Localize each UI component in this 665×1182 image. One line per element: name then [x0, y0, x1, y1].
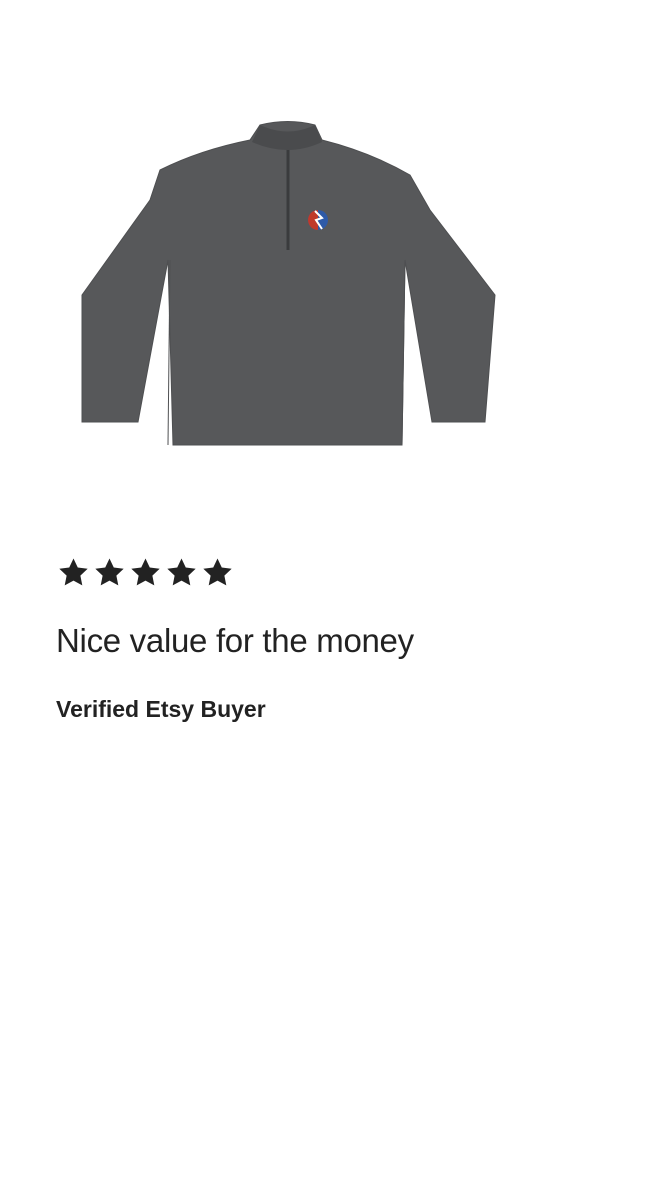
logo-icon — [308, 210, 328, 230]
star-icon — [203, 558, 232, 586]
product-image — [60, 100, 520, 470]
star-icon — [95, 558, 124, 586]
star-rating — [57, 556, 234, 589]
star-icon — [167, 558, 196, 586]
reviewer-name: Verified Etsy Buyer — [56, 696, 266, 722]
review-title: Nice value for the money — [56, 622, 414, 659]
quarter-zip-pullover-icon — [81, 121, 496, 446]
star-icon — [59, 558, 88, 586]
star-icon — [131, 558, 160, 586]
